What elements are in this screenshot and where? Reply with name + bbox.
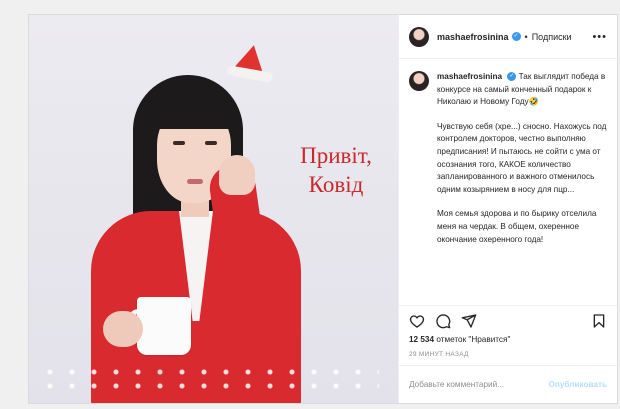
caption-comment: mashaefrosinina ✓ Так выглядит победа в … (437, 71, 607, 305)
photo-hand-holding-mug (103, 311, 143, 347)
photo-eye-right (205, 141, 217, 145)
action-bar (399, 305, 617, 335)
photo-caption-line1: Привіт, (300, 143, 372, 168)
photo-eye-left (173, 141, 185, 145)
avatar[interactable] (409, 26, 429, 47)
publish-button[interactable]: Опубликовать (549, 380, 607, 389)
comment-avatar[interactable] (409, 71, 429, 91)
verified-badge-icon: ✓ (511, 32, 521, 41)
post-photo[interactable]: Привіт, Ковід (29, 15, 398, 403)
bookmark-icon[interactable] (591, 313, 607, 329)
verified-badge-icon: ✓ (507, 72, 517, 82)
comment-icon[interactable] (435, 313, 451, 329)
string-lights (39, 365, 379, 395)
photo-caption-line2: Ковід (308, 172, 364, 197)
post-side-panel: mashaefrosinina ✓ • Подписки ••• mashaef… (398, 15, 617, 403)
photo-hand (219, 155, 255, 195)
caption-paragraph-3: Моя семья здорова и по бырику отселила м… (437, 209, 597, 244)
comments-area[interactable]: mashaefrosinina ✓ Так выглядит победа в … (399, 59, 617, 305)
photo-caption: Привіт, Ковід (281, 141, 391, 199)
likes-text: отметок "Нравится" (436, 335, 511, 344)
likes-number: 12 534 (409, 335, 435, 344)
header-separator: • (524, 31, 528, 42)
post-timestamp[interactable]: 29 минут назад (399, 349, 617, 365)
white-mug (137, 297, 191, 355)
following-button[interactable]: Подписки (532, 32, 572, 42)
share-icon[interactable] (461, 313, 477, 329)
instagram-post-frame: Привіт, Ковід mashaefrosinina ✓ • Подпис… (28, 14, 618, 404)
comment-input[interactable] (409, 380, 549, 389)
caption-paragraph-2: Чувствую себя (хре...) сносно. Нахожусь … (437, 121, 607, 194)
add-comment-bar: Опубликовать (399, 365, 617, 403)
comment-username[interactable]: mashaefrosinina (437, 72, 502, 81)
likes-count[interactable]: 12 534 отметок "Нравится" (399, 335, 617, 349)
photo-lips (187, 179, 203, 184)
header-username[interactable]: mashaefrosinina (437, 32, 509, 42)
caption-paragraph-1: mashaefrosinina ✓ Так выглядит победа в … (437, 71, 607, 109)
more-options-icon[interactable]: ••• (592, 31, 607, 43)
heart-icon[interactable] (409, 313, 425, 329)
post-header: mashaefrosinina ✓ • Подписки ••• (399, 15, 617, 59)
